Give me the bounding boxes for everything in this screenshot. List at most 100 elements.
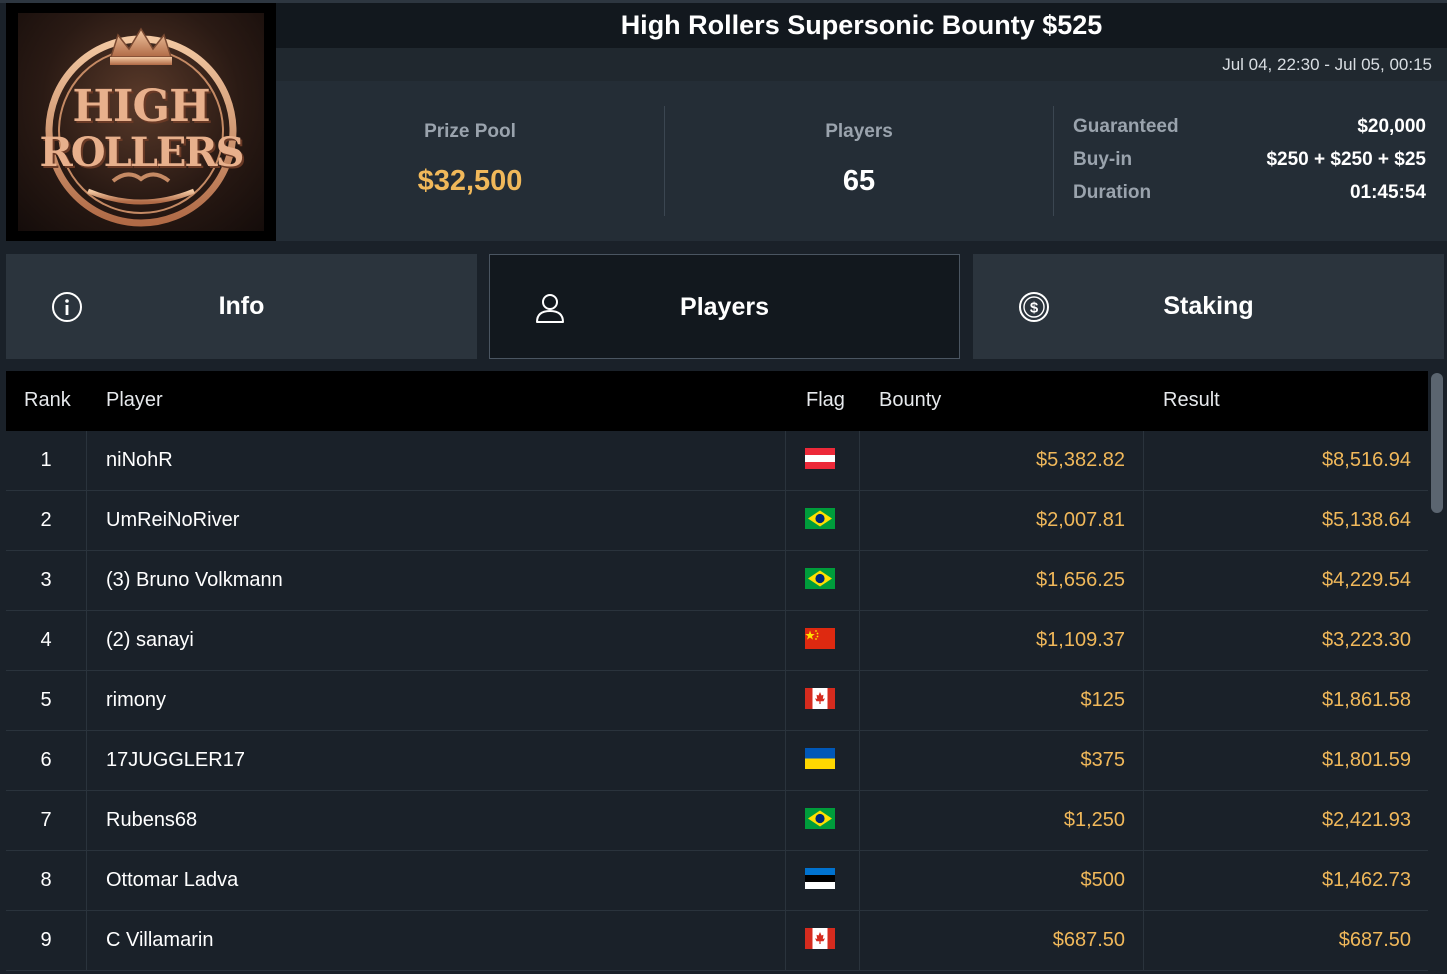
tab-label: Staking <box>1163 292 1254 320</box>
bounty-cell: $125 <box>860 671 1144 730</box>
estonia-flag-icon <box>805 868 835 889</box>
flag-cell <box>787 791 860 850</box>
detail-label: Duration <box>1073 182 1152 203</box>
brazil-flag-icon <box>805 568 835 589</box>
column-header-result[interactable]: Result <box>1163 389 1220 412</box>
table-row[interactable]: 6 17JUGGLER17 $375 $1,801.59 <box>6 731 1428 791</box>
table-scrollbar[interactable] <box>1430 371 1444 974</box>
players-value: 65 <box>842 165 876 197</box>
bounty-cell: $687.50 <box>860 911 1144 970</box>
rank-cell: 3 <box>6 551 87 610</box>
result-cell: $5,138.64 <box>1322 509 1411 531</box>
tournament-details: Guaranteed $20,000 Buy-in $250 + $250 + … <box>1073 116 1426 215</box>
rank-cell: 2 <box>6 491 87 550</box>
players-stat: Players 65 <box>665 106 1053 216</box>
tab-staking[interactable]: $ Staking <box>973 254 1444 359</box>
flag-cell <box>787 911 860 970</box>
rank-cell: 1 <box>6 431 87 490</box>
austria-flag-icon <box>805 448 835 469</box>
player-name[interactable]: niNohR <box>87 431 786 490</box>
flag-cell <box>787 671 860 730</box>
player-name[interactable]: (3) Bruno Volkmann <box>87 551 786 610</box>
tab-label: Info <box>218 292 265 320</box>
result-cell: $687.50 <box>1338 929 1411 951</box>
column-header-flag[interactable]: Flag <box>806 389 845 412</box>
table-row[interactable]: 7 Rubens68 $1,250 $2,421.93 <box>6 791 1428 851</box>
detail-value: $20,000 <box>1357 116 1426 137</box>
table-row[interactable]: 8 Ottomar Ladva $500 $1,462.73 <box>6 851 1428 911</box>
prize-pool-label: Prize Pool <box>424 121 516 142</box>
detail-duration: Duration 01:45:54 <box>1073 182 1426 215</box>
result-cell: $2,421.93 <box>1322 809 1411 831</box>
detail-label: Buy-in <box>1073 149 1133 170</box>
china-flag-icon <box>805 628 835 649</box>
bounty-cell: $1,250 <box>860 791 1144 850</box>
players-table: Rank Player Flag Bounty Result 1 niNohR $5… <box>6 371 1428 974</box>
rank-cell: 6 <box>6 731 87 790</box>
bounty-cell: $375 <box>860 731 1144 790</box>
date-bar: Jul 04, 22:30 - Jul 05, 00:15 <box>276 48 1447 81</box>
rank-cell: 5 <box>6 671 87 730</box>
table-row[interactable]: 5 rimony $125 $1,861.58 <box>6 671 1428 731</box>
bounty-cell: $5,382.82 <box>860 431 1144 490</box>
bounty-cell: $1,109.37 <box>860 611 1144 670</box>
tournament-title: High Rollers Supersonic Bounty $525 <box>620 10 1103 40</box>
flag-cell <box>787 491 860 550</box>
player-name[interactable]: Rubens68 <box>87 791 786 850</box>
bounty-cell: $1,656.25 <box>860 551 1144 610</box>
bounty-cell: $2,007.81 <box>860 491 1144 550</box>
logo-text-bottom: ROLLERS <box>39 129 245 176</box>
table-row[interactable]: 9C Villamarin $687.50 $687.50 <box>6 911 1428 971</box>
result-cell: $1,462.73 <box>1322 869 1411 891</box>
brazil-flag-icon <box>805 808 835 829</box>
tournament-title-bar: High Rollers Supersonic Bounty $525 <box>276 3 1447 48</box>
table-row[interactable]: 2 UmReiNoRiver $2,007.81 $5,138.64 <box>6 491 1428 551</box>
flag-cell <box>787 851 860 910</box>
player-name[interactable]: rimony <box>87 671 786 730</box>
ukraine-flag-icon <box>805 748 835 769</box>
rank-cell: 8 <box>6 851 87 910</box>
table-row[interactable]: 3 (3) Bruno Volkmann $1,656.25 $4,229.54 <box>6 551 1428 611</box>
result-cell: $3,223.30 <box>1322 629 1411 651</box>
rank-cell: 7 <box>6 791 87 850</box>
detail-value: $250 + $250 + $25 <box>1266 149 1426 170</box>
flag-cell <box>787 731 860 790</box>
result-cell: $8,516.94 <box>1322 449 1411 471</box>
player-name[interactable]: Ottomar Ladva <box>87 851 786 910</box>
date-range: Jul 04, 22:30 - Jul 05, 00:15 <box>1222 55 1432 74</box>
result-cell: $1,801.59 <box>1322 749 1411 771</box>
player-name[interactable]: (2) sanayi <box>87 611 786 670</box>
flag-cell <box>787 611 860 670</box>
tab-players[interactable]: Players <box>489 254 960 359</box>
prize-pool-value: $32,500 <box>417 165 523 197</box>
canada-flag-icon <box>805 928 835 949</box>
table-row[interactable]: 1 niNohR $5,382.82 $8,516.94 <box>6 431 1428 491</box>
tab-info[interactable]: Info <box>6 254 477 359</box>
logo-text-top: HIGH <box>72 81 210 132</box>
prize-pool-stat: Prize Pool $32,500 <box>276 106 664 216</box>
result-cell: $4,229.54 <box>1322 569 1411 591</box>
column-header-bounty[interactable]: Bounty <box>879 389 941 412</box>
canada-flag-icon <box>805 688 835 709</box>
table-row[interactable]: 4 (2) sanayi $1,109.37 $3,223.30 <box>6 611 1428 671</box>
brazil-flag-icon <box>805 508 835 529</box>
column-header-player[interactable]: Player <box>106 389 163 412</box>
players-label: Players <box>825 121 893 142</box>
stats-divider <box>1053 106 1054 216</box>
player-name[interactable]: UmReiNoRiver <box>87 491 786 550</box>
detail-guaranteed: Guaranteed $20,000 <box>1073 116 1426 149</box>
column-header-rank[interactable]: Rank <box>24 389 71 412</box>
tournament-logo: HIGH ROLLERS <box>6 3 276 241</box>
player-name[interactable]: 17JUGGLER17 <box>87 731 786 790</box>
rank-cell: 9 <box>6 911 87 970</box>
result-cell: $1,861.58 <box>1322 689 1411 711</box>
bounty-cell: $500 <box>860 851 1144 910</box>
player-name[interactable]: C Villamarin <box>87 911 786 970</box>
rank-cell: 4 <box>6 611 87 670</box>
flag-cell <box>787 431 860 490</box>
flag-cell <box>787 551 860 610</box>
detail-label: Guaranteed <box>1073 116 1179 137</box>
stats-panel: Prize Pool $32,500 Players 65 Guaranteed… <box>276 81 1447 241</box>
scrollbar-thumb[interactable] <box>1431 373 1443 513</box>
detail-buy-in: Buy-in $250 + $250 + $25 <box>1073 149 1426 182</box>
